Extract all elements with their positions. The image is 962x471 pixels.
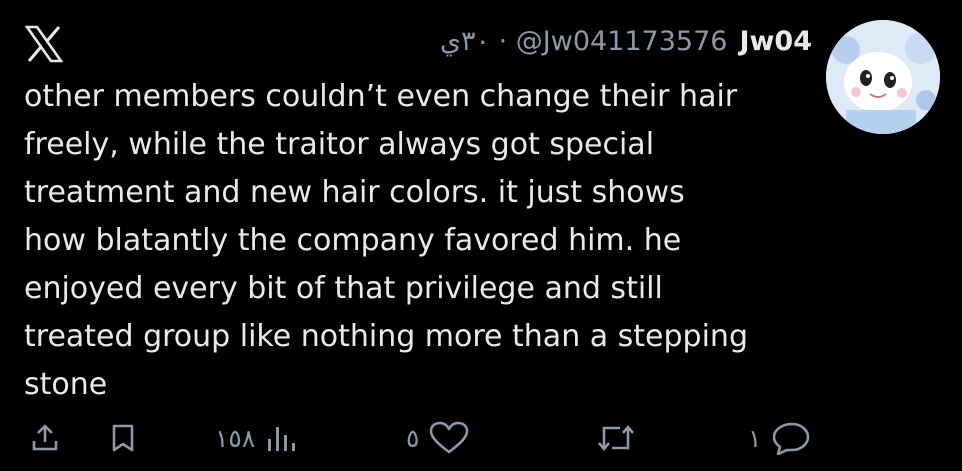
repost-button[interactable] — [596, 418, 646, 458]
action-bar: ١٥٨ ٥ ١ — [0, 410, 962, 466]
replies-count: ١ — [748, 423, 762, 453]
display-name[interactable]: Jw04 — [739, 24, 812, 60]
tweet-header: ٣٠ي · @Jw041173576 Jw04 — [440, 24, 812, 60]
bookmark-button[interactable] — [108, 418, 138, 458]
share-icon — [32, 424, 58, 451]
tweet-text: other members couldn’t even change their… — [24, 79, 748, 402]
share-button[interactable] — [30, 418, 60, 458]
views-button[interactable]: ١٥٨ — [215, 418, 299, 458]
x-logo-icon[interactable] — [24, 24, 64, 64]
repost-icon — [598, 424, 634, 452]
reply-icon — [773, 422, 810, 455]
views-count: ١٥٨ — [215, 423, 256, 453]
views-icon — [268, 427, 296, 451]
like-button[interactable]: ٥ — [406, 418, 469, 458]
bookmark-icon — [112, 424, 134, 452]
like-icon — [430, 421, 469, 454]
avatar[interactable] — [826, 20, 940, 134]
handle-and-time[interactable]: ٣٠ي · @Jw041173576 — [440, 24, 728, 60]
reply-button[interactable]: ١ — [748, 418, 811, 458]
avatar-image — [826, 20, 940, 134]
likes-count: ٥ — [406, 423, 420, 453]
